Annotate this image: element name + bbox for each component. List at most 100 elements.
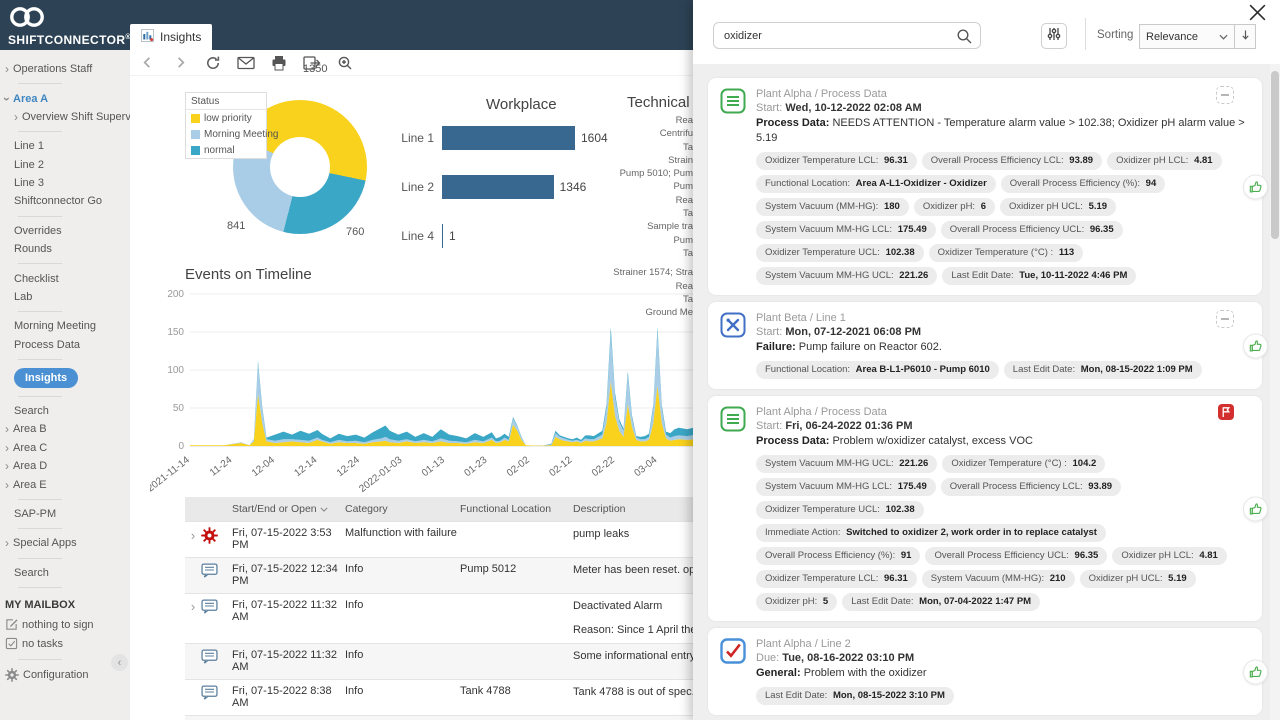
chip-system-vacuum-mm-hg: System Vacuum (MM-HG): 180 (756, 198, 909, 216)
sidebar-item-shiftconnector-go[interactable]: Shiftconnector Go (0, 192, 130, 210)
chevron-right-icon: › (5, 440, 9, 455)
chevron-right-icon: › (5, 422, 9, 437)
sidebar-item-insights-row: Insights (0, 365, 130, 391)
expand-row-icon[interactable]: › (188, 528, 198, 543)
mail-button[interactable] (237, 54, 255, 72)
sorting-dropdown[interactable]: Relevance (1139, 24, 1235, 49)
result-card[interactable]: Plant Alpha / Process Data Start: Wed, 10… (708, 78, 1268, 295)
svg-text:2021-11-14: 2021-11-14 (150, 454, 192, 494)
sidebar-item-overview-shift-supervis[interactable]: › Overview Shift Supervis... (0, 108, 130, 126)
chip-label: Overall Process Efficiency LCL: (930, 155, 1067, 166)
sidebar-item-area-d[interactable]: › Area D (0, 457, 130, 475)
chip-overall-process-efficiency: Overall Process Efficiency (%): 91 (756, 547, 921, 565)
panel-scrollbar[interactable] (1270, 64, 1280, 720)
chip-value: 96.31 (884, 573, 908, 584)
timeline-series-morning-meeting[interactable] (190, 332, 695, 446)
sidebar-divider (18, 215, 62, 217)
zoom-button[interactable] (336, 54, 354, 72)
refresh-button[interactable] (204, 54, 222, 72)
sidebar-item-area-c[interactable]: › Area C (0, 439, 130, 457)
sidebar-divider (18, 658, 62, 660)
events-timeline-chart[interactable]: 0 50 100 150 200 2021-11-14 11-24 12-04 12-14 12-… (150, 284, 695, 499)
chip-value: 104.2 (1072, 458, 1097, 469)
technical-location-label: Sample tra (647, 221, 693, 233)
row-date-cell: Fri, 07-15-2022 8:38 AM (232, 685, 332, 709)
close-panel-button[interactable] (1246, 4, 1268, 26)
sidebar-item-morning-meeting[interactable]: Morning Meeting (0, 317, 130, 335)
tab-label: Insights (160, 30, 202, 44)
thumbs-up-button[interactable] (1243, 174, 1268, 199)
sidebar-item-configuration[interactable]: Configuration (0, 665, 130, 685)
sidebar-item-search[interactable]: Search (0, 402, 130, 420)
scrollbar-thumb[interactable] (1271, 71, 1279, 239)
expand-row-icon[interactable]: › (188, 599, 198, 614)
table-header-start-end-or-open[interactable]: Start/End or Open (232, 503, 345, 515)
workplace-bar-line-1[interactable]: Line 1 1604 (390, 126, 608, 150)
result-card-title: Plant Alpha / Line 2 (756, 638, 851, 650)
field-text: Pump failure on Reactor 602. (798, 341, 942, 353)
sidebar-item-special-apps[interactable]: › Special Apps (0, 534, 130, 552)
nav-forward-button[interactable] (171, 54, 189, 72)
chip-label: Overall Process Efficiency (%): (1009, 178, 1143, 189)
row-location-cell: Tank 4788 (460, 685, 511, 697)
nav-back-button[interactable] (138, 54, 156, 72)
table-header-category[interactable]: Category (345, 503, 460, 515)
sidebar-item-process-data[interactable]: Process Data (0, 336, 130, 354)
sidebar-item-nothing-to-sign[interactable]: nothing to sign (0, 615, 130, 634)
sidebar-item-line-2[interactable]: Line 2 (0, 156, 130, 174)
sidebar-item-area-b[interactable]: › Area B (0, 420, 130, 438)
result-card[interactable]: Plant Beta / Line 1 Start: Mon, 07-12-202… (708, 302, 1268, 389)
chip-label: System Vacuum MM-HG UCL: (765, 458, 897, 469)
field-label: Process Data: (756, 117, 833, 129)
result-card-title: Plant Beta / Line 1 (756, 312, 846, 324)
sidebar-item-line-1[interactable]: Line 1 (0, 137, 130, 155)
result-card-date: Start: Fri, 06-24-2022 01:36 PM (756, 419, 1248, 434)
result-card[interactable]: Plant Alpha / Process Data Start: Fri, 06… (708, 396, 1268, 621)
sidebar-item-overrides[interactable]: Overrides (0, 222, 130, 240)
table-header-functional-location[interactable]: Functional Location (460, 503, 573, 515)
thumbs-up-button[interactable] (1243, 659, 1268, 684)
sidebar-item-insights[interactable]: Insights (14, 367, 79, 388)
search-icon[interactable] (956, 28, 973, 50)
sidebar-collapse-button[interactable]: ‹ (111, 654, 128, 671)
technical-location-label: Strain (668, 154, 693, 166)
chip-value: 5.19 (1168, 573, 1187, 584)
bar-rect (442, 224, 443, 248)
sidebar-item-search[interactable]: Search (0, 564, 130, 582)
sidebar: › Operations Staff › Area A › Overview Shift … (0, 50, 130, 720)
filter-button[interactable] (1041, 23, 1067, 49)
tab-insights[interactable]: Insights (130, 24, 213, 50)
chip-value: 94 (1145, 178, 1157, 189)
chip-value: 102.38 (885, 247, 915, 258)
print-button[interactable] (270, 54, 288, 72)
result-card-title: Plant Alpha / Process Data (756, 406, 887, 418)
result-card[interactable]: Plant Alpha / Line 2 Due: Tue, 08-16-2022… (708, 628, 1268, 715)
legend-swatch (191, 145, 200, 155)
chip-label: Oxidizer Temperature UCL: (765, 247, 883, 258)
sidebar-divider (18, 586, 62, 588)
chip-oxidizer-temperature-c: Oxidizer Temperature (°C) : 113 (928, 244, 1084, 262)
sidebar-item-sap-pm[interactable]: SAP-PM (0, 505, 130, 523)
sidebar-item-area-a[interactable]: › Area A (0, 89, 130, 107)
workplace-bar-line-2[interactable]: Line 2 1346 (390, 175, 586, 199)
chip-oxidizer-temperature-ucl: Oxidizer Temperature UCL: 102.38 (756, 244, 924, 262)
sidebar-item-area-e[interactable]: › Area E (0, 475, 130, 493)
sidebar-item-operations-staff[interactable]: › Operations Staff (0, 60, 130, 78)
sidebar-divider (18, 358, 62, 360)
search-input[interactable] (714, 23, 980, 48)
thumbs-up-button[interactable] (1243, 496, 1268, 521)
app-window: SHIFTCONNECTOR® Insights › Operations Sta… (0, 0, 1280, 720)
sidebar-item-checklist[interactable]: Checklist (0, 269, 130, 287)
thumbs-up-button[interactable] (1243, 333, 1268, 358)
chip-label: Overall Process Efficiency UCL: (934, 550, 1072, 561)
technical-location-chart-title: Technical L (627, 94, 703, 111)
chip-oxidizer-temperature-lcl: Oxidizer Temperature LCL: 96.31 (756, 152, 917, 170)
sidebar-item-no-tasks[interactable]: no tasks (0, 634, 130, 653)
sidebar-item-label: Line 3 (14, 177, 44, 190)
sidebar-item-lab[interactable]: Lab (0, 288, 130, 306)
sidebar-item-line-3[interactable]: Line 3 (0, 174, 130, 192)
workplace-bar-line-4[interactable]: Line 4 1 (390, 224, 456, 248)
sidebar-item-rounds[interactable]: Rounds (0, 240, 130, 258)
chip-value: 91 (900, 550, 912, 561)
chip-label: Overall Process Efficiency LCL: (949, 481, 1086, 492)
